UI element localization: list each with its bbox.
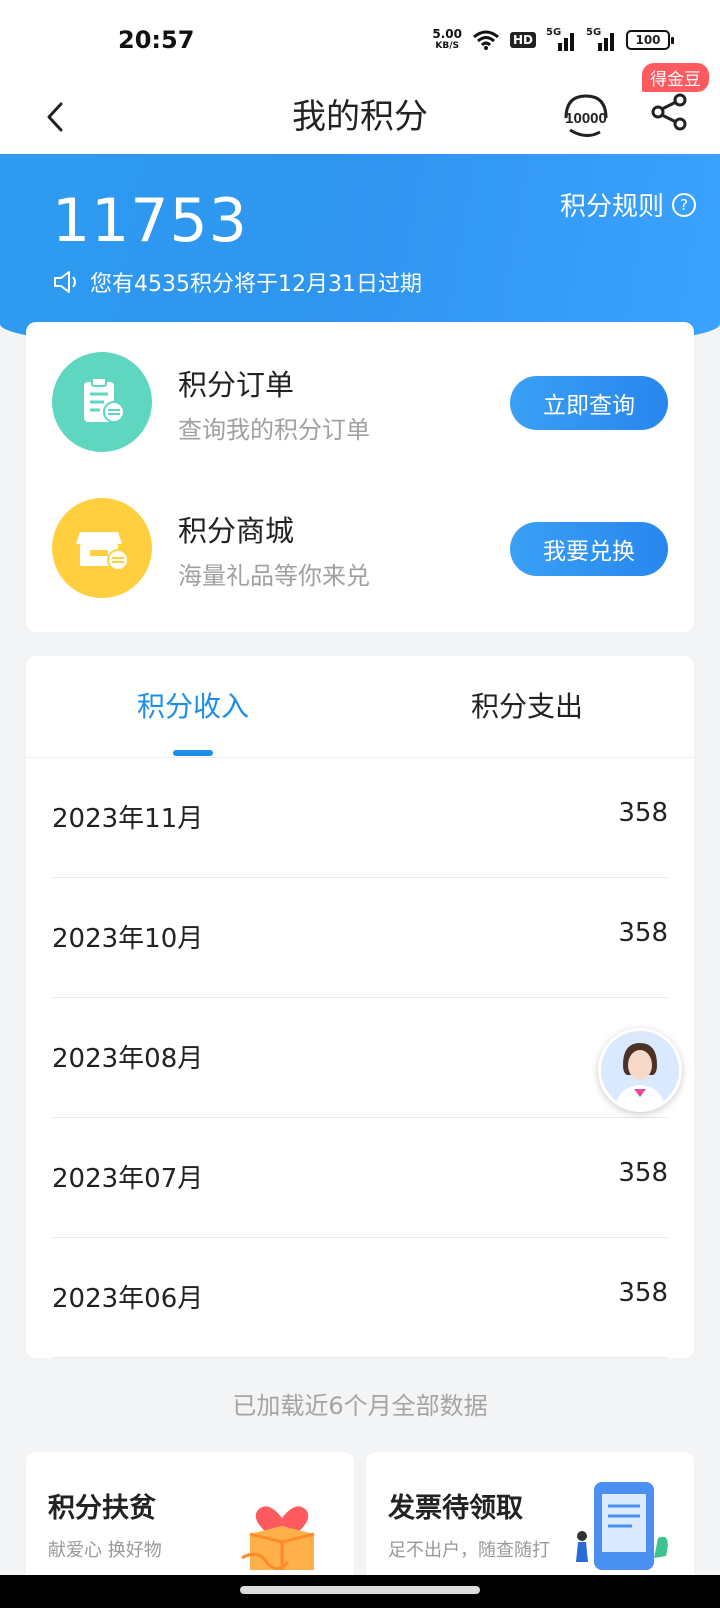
record-month: 2023年06月: [52, 1284, 204, 1314]
record-value: 358: [618, 1278, 668, 1308]
share-icon: [651, 93, 687, 131]
hd-badge: HD: [509, 32, 536, 48]
record-value: 358: [618, 1158, 668, 1188]
invoice-card[interactable]: 发票待领取 足不出户，随查随打: [366, 1452, 694, 1592]
record-row[interactable]: 2023年06月 358: [52, 1238, 668, 1358]
nav-bar: 我的积分 10000: [0, 80, 720, 154]
invoice-phone-icon: [576, 1482, 668, 1570]
points-rules-link[interactable]: 积分规则 ?: [560, 186, 696, 223]
record-row[interactable]: 2023年08月: [52, 998, 668, 1118]
loaded-all-note: 已加载近6个月全部数据: [232, 1392, 488, 1420]
service-title: 积分商城: [178, 514, 295, 548]
points-order-row: 积分订单 查询我的积分订单 立即查询: [26, 322, 694, 472]
points-records-card: 积分收入 积分支出 2023年11月 358 2023年10月 358 2023…: [26, 656, 694, 1358]
record-value: 358: [618, 798, 668, 828]
promo-subtitle: 献爱心 换好物: [48, 1540, 162, 1561]
question-icon: ?: [672, 192, 696, 217]
tab-points-income[interactable]: 积分收入: [26, 656, 360, 758]
record-row[interactable]: 2023年11月 358: [52, 758, 668, 878]
points-total: 11753: [52, 186, 248, 256]
points-mall-row: 积分商城 海量礼品等你来兑 我要兑换: [26, 468, 694, 618]
record-row[interactable]: 2023年10月 358: [52, 878, 668, 998]
record-row[interactable]: 2023年07月 358: [52, 1118, 668, 1238]
home-indicator[interactable]: [240, 1586, 480, 1594]
order-clipboard-icon: [52, 352, 152, 452]
records-tabs: 积分收入 积分支出: [26, 656, 694, 758]
svg-text:10000: 10000: [565, 110, 607, 127]
signal-icon-2: 5G: [586, 27, 616, 51]
record-month: 2023年11月: [52, 804, 204, 834]
battery-icon: 100: [626, 30, 674, 50]
status-time: 20:57: [118, 26, 195, 54]
wifi-icon: [473, 30, 499, 50]
record-month: 2023年08月: [52, 1044, 204, 1074]
gold-bean-badge[interactable]: 得金豆: [642, 63, 709, 92]
assistant-avatar-button[interactable]: [598, 1028, 682, 1112]
expire-notice: 您有4535积分将于12月31日过期: [52, 266, 422, 298]
record-month: 2023年07月: [52, 1164, 204, 1194]
page-title: 我的积分: [292, 97, 428, 137]
redeem-button[interactable]: 我要兑换: [510, 522, 668, 576]
tab-points-expense[interactable]: 积分支出: [360, 656, 694, 758]
network-speed: 5.00 KB/S: [432, 27, 462, 51]
chevron-left-icon: [47, 102, 63, 132]
status-icons: 5.00 KB/S HD 5G 5G 100: [432, 27, 674, 52]
record-month: 2023年10月: [52, 924, 204, 954]
poverty-relief-card[interactable]: 积分扶贫 献爱心 换好物: [26, 1452, 354, 1592]
heart-gift-icon: [241, 1506, 315, 1570]
promo-title: 发票待领取: [388, 1493, 523, 1524]
service-subtitle: 查询我的积分订单: [178, 416, 370, 444]
promo-subtitle: 足不出户，随查随打: [388, 1540, 550, 1561]
signal-icon-1: 5G: [546, 27, 576, 51]
record-value: 358: [618, 918, 668, 948]
shop-icon: [52, 498, 152, 598]
assistant-avatar-icon: [601, 1031, 679, 1109]
customer-service-button[interactable]: 10000: [560, 90, 612, 142]
active-tab-indicator: [173, 750, 213, 756]
back-button[interactable]: [30, 92, 80, 142]
status-bar: 20:57 5.00 KB/S HD 5G 5G 100: [0, 0, 720, 80]
speaker-icon: [54, 271, 76, 293]
share-button[interactable]: [650, 92, 700, 142]
service-subtitle: 海量礼品等你来兑: [178, 562, 370, 590]
headset-10000-icon: 10000: [564, 94, 608, 137]
service-title: 积分订单: [178, 368, 295, 402]
query-now-button[interactable]: 立即查询: [510, 376, 668, 430]
promo-title: 积分扶贫: [48, 1493, 156, 1524]
points-services-card: 积分订单 查询我的积分订单 立即查询 积分商城 海量礼品等你来兑 我要兑换: [26, 322, 694, 632]
